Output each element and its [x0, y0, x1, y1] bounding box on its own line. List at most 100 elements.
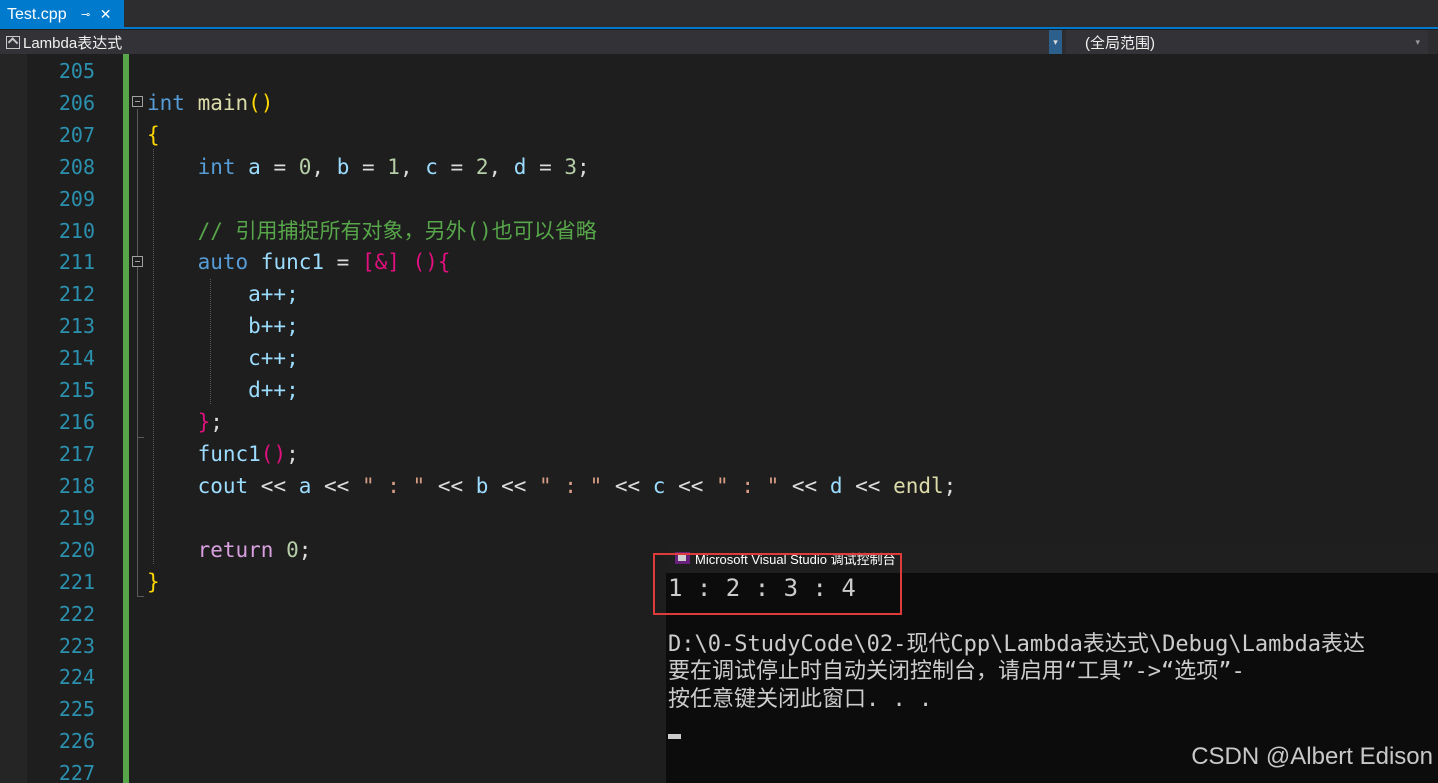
tab-test-cpp[interactable]: Test.cpp ⊸ ✕	[0, 0, 124, 29]
token: =	[324, 250, 362, 274]
chevron-down-icon[interactable]: ▾	[1049, 30, 1062, 54]
token: int	[147, 91, 185, 115]
outline-end	[137, 596, 144, 597]
token: {	[437, 250, 451, 274]
token: =	[260, 155, 299, 179]
token: return	[147, 538, 274, 562]
token: <<	[248, 474, 299, 498]
collapse-icon[interactable]	[132, 256, 143, 267]
token: 2	[475, 155, 489, 179]
token: " : "	[539, 474, 603, 498]
code-line-206: int main()	[147, 87, 273, 119]
line-number: 218	[58, 474, 95, 498]
chevron-down-icon: ▾	[1415, 36, 1420, 47]
code-line-208: int a = 0, b = 1, c = 2, d = 3;	[147, 151, 590, 183]
code-line-221: }	[147, 570, 160, 594]
line-number: 210	[58, 219, 95, 243]
scope-dropdown[interactable]: Lambda表达式	[0, 30, 1062, 54]
line-number: 221	[58, 570, 95, 594]
line-number: 208	[58, 155, 95, 179]
line-number: 213	[58, 314, 95, 338]
code-line-215: d++;	[147, 378, 299, 402]
token: <<	[488, 474, 539, 498]
token: c	[425, 155, 438, 179]
code-line-210: // 引用捕捉所有对象，另外()也可以省略	[147, 219, 597, 243]
token: 0	[286, 538, 299, 562]
token: b	[336, 155, 350, 179]
console-cursor	[668, 734, 681, 739]
watermark: CSDN @Albert Edison	[1191, 743, 1433, 770]
line-number: 209	[58, 187, 95, 211]
line-number: 222	[58, 602, 95, 626]
token: 3	[564, 155, 578, 179]
console-hint-line: 按任意键关闭此窗口. . .	[668, 687, 933, 712]
token: b	[475, 474, 489, 498]
line-number: 217	[58, 442, 95, 466]
member-label: (全局范围)	[1085, 34, 1155, 52]
collapse-icon[interactable]	[132, 96, 143, 107]
token: auto	[147, 250, 249, 274]
token: <<	[425, 474, 476, 498]
token: endl	[893, 474, 944, 498]
line-number: 206	[58, 91, 95, 115]
line-number-gutter: 205 206 207 208 209 210 211 212 213 214 …	[27, 54, 97, 783]
token: main	[184, 91, 249, 115]
token: func1	[248, 250, 325, 274]
token: ;	[286, 442, 299, 466]
line-number: 219	[58, 506, 95, 530]
code-line-217: func1();	[147, 438, 299, 470]
token: d	[829, 474, 843, 498]
member-dropdown[interactable]: (全局范围) ▾	[1066, 30, 1428, 54]
code-line-207: {	[147, 123, 160, 147]
token: }	[147, 410, 211, 434]
tab-label: Test.cpp	[7, 5, 67, 23]
code-line-218: cout << a << " : " << b << " : " << c <<…	[147, 470, 957, 502]
code-line-220: return 0;	[147, 534, 312, 566]
token: int	[147, 155, 236, 179]
token: 0	[298, 155, 312, 179]
output-highlight-box	[653, 553, 902, 615]
code-line-213: b++;	[147, 314, 299, 338]
token: ;	[210, 410, 223, 434]
navigation-bar: Lambda表达式 ▾ (全局范围) ▾	[0, 30, 1438, 54]
indicator-margin	[0, 54, 27, 783]
outline-end	[137, 437, 144, 438]
line-number: 205	[58, 59, 95, 83]
token: ;	[298, 538, 312, 562]
line-number: 216	[58, 410, 95, 434]
token: func1	[147, 442, 261, 466]
token: <<	[602, 474, 653, 498]
tab-bar: Test.cpp ⊸ ✕	[0, 0, 1438, 29]
token: =	[349, 155, 388, 179]
token: =	[437, 155, 476, 179]
line-number: 224	[58, 665, 95, 689]
token: " : "	[716, 474, 780, 498]
line-number: 211	[58, 250, 95, 274]
token: ;	[577, 155, 590, 179]
pin-icon[interactable]: ⊸	[79, 8, 93, 21]
console-path-line: D:\0-StudyCode\02-现代Cpp\Lambda表达式\Debug\…	[668, 632, 1366, 657]
token: <<	[779, 474, 830, 498]
token: d	[513, 155, 527, 179]
code-line-214: c++;	[147, 346, 299, 370]
line-number: 220	[58, 538, 95, 562]
token: ()	[248, 91, 274, 115]
token: cout	[147, 474, 249, 498]
token: 1	[387, 155, 400, 179]
token: ()	[260, 442, 287, 466]
token: ,	[488, 155, 514, 179]
console-hint-line: 要在调试停止时自动关闭控制台，请启用“工具”->“选项”-	[668, 659, 1245, 684]
line-number: 226	[58, 729, 95, 753]
token: ,	[399, 155, 426, 179]
code-line-216: };	[147, 406, 223, 438]
token: =	[526, 155, 565, 179]
token: <<	[842, 474, 894, 498]
close-icon[interactable]: ✕	[99, 6, 113, 23]
code-line-211: auto func1 = [&] (){	[147, 246, 451, 278]
token: [&]	[361, 250, 400, 274]
line-number: 225	[58, 697, 95, 721]
line-number: 214	[58, 346, 95, 370]
line-number: 227	[58, 761, 95, 783]
